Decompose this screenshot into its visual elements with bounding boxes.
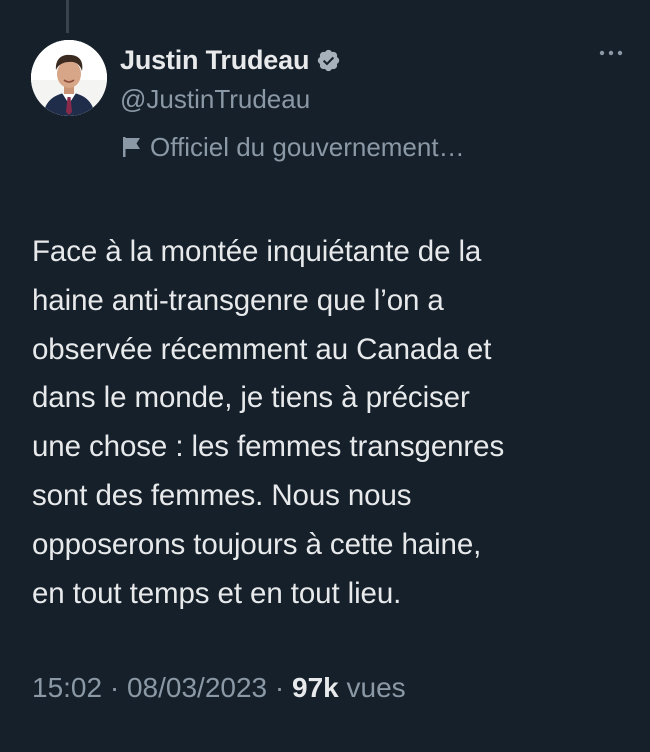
- tweet-text-line: dans le monde, je tiens à préciser: [32, 381, 470, 415]
- tweet-text: Face à la montée inquiétante de la haine…: [32, 228, 632, 618]
- tweet-text-line: opposerons toujours à cette haine,: [32, 527, 482, 561]
- thread-connector-line: [66, 0, 69, 33]
- tweet-header: Justin Trudeau @JustinTrudeau Officiel d…: [120, 42, 640, 164]
- tweet-text-line: Face à la montée inquiétante de la: [32, 235, 482, 268]
- more-options-icon[interactable]: [598, 48, 624, 58]
- avatar-image: [31, 40, 107, 116]
- avatar[interactable]: [31, 40, 107, 116]
- views-count[interactable]: 97k: [292, 672, 339, 703]
- tweet-time[interactable]: 15:02: [32, 672, 102, 703]
- flag-icon: [123, 137, 140, 157]
- author-name-row: Justin Trudeau: [120, 42, 640, 78]
- tweet-meta: 15:02 · 08/03/2023 · 97k vues: [32, 668, 406, 708]
- author-handle[interactable]: @JustinTrudeau: [120, 82, 640, 116]
- verified-badge-icon[interactable]: [316, 48, 341, 73]
- tweet-text-line: sont des femmes. Nous nous: [32, 478, 412, 512]
- tweet-text-line: en tout temps et en tout lieu.: [32, 576, 402, 610]
- views-label: vues: [346, 672, 406, 703]
- meta-separator: ·: [109, 672, 120, 703]
- tweet-date[interactable]: 08/03/2023: [127, 672, 267, 703]
- author-display-name[interactable]: Justin Trudeau: [120, 45, 309, 76]
- tweet-text-line: une chose : les femmes transgenres: [32, 430, 505, 464]
- meta-separator: ·: [274, 672, 285, 703]
- tweet-text-line: observée récemment au Canada et: [32, 332, 492, 366]
- government-label[interactable]: Officiel du gouvernement…: [120, 130, 640, 164]
- label-text: Officiel du gouvernement…: [150, 131, 465, 162]
- tweet-text-line: haine anti-transgenre que l’on a: [32, 283, 444, 317]
